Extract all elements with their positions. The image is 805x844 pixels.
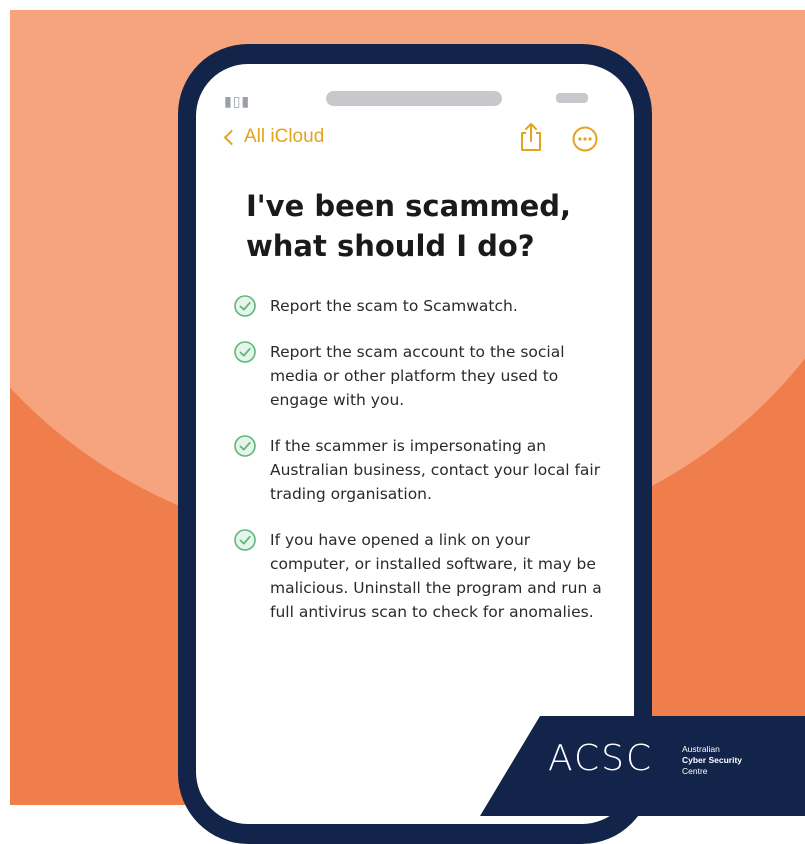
checklist-item-text: If you have opened a link on your comput… (270, 531, 602, 621)
acsc-logo: ACSC (548, 738, 654, 779)
phone-screen: ▮▯▮ All iCloud I've been scammed, what s… (196, 64, 634, 824)
note-title-line1: I've been scammed, (246, 189, 572, 223)
dynamic-island (326, 91, 502, 106)
check-circle-icon[interactable] (234, 341, 256, 363)
back-button[interactable]: All iCloud (223, 126, 325, 148)
note-title-line2: what should I do? (246, 229, 535, 263)
back-label: All iCloud (244, 126, 325, 147)
logo-line-australian: Australian (682, 744, 720, 754)
check-circle-icon[interactable] (234, 295, 256, 317)
checklist-item-text: Report the scam to Scamwatch. (270, 297, 518, 315)
more-icon[interactable] (572, 126, 598, 152)
note-title: I've been scammed, what should I do? (246, 186, 616, 266)
logo-line-centre: Centre (682, 766, 708, 776)
checklist-item-text: Report the scam account to the social me… (270, 343, 565, 409)
checklist-item: Report the scam account to the social me… (234, 340, 604, 412)
checklist-item: If you have opened a link on your comput… (234, 528, 604, 624)
check-circle-icon[interactable] (234, 435, 256, 457)
logo-org-name: Australian Cyber Security Centre (682, 744, 742, 777)
share-icon[interactable] (518, 122, 544, 152)
checklist: Report the scam to Scamwatch. Report the… (234, 294, 604, 646)
logo-line-cyber-security: Cyber Security (682, 755, 742, 765)
signal-icon: ▮▯▮ (224, 94, 251, 110)
check-circle-icon[interactable] (234, 529, 256, 551)
chevron-left-icon (223, 129, 240, 146)
checklist-item-text: If the scammer is impersonating an Austr… (270, 437, 601, 503)
checklist-item: If the scammer is impersonating an Austr… (234, 434, 604, 506)
battery-icon (556, 93, 588, 103)
checklist-item: Report the scam to Scamwatch. (234, 294, 604, 318)
